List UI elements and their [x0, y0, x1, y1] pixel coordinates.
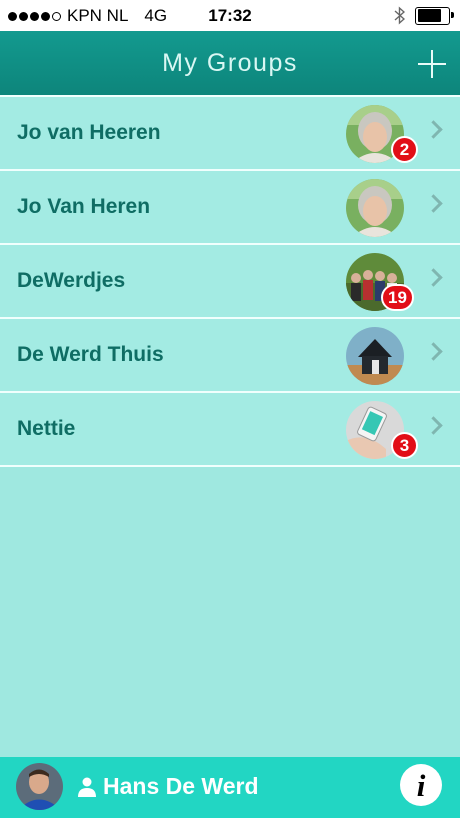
unread-badge: 2 [391, 136, 418, 163]
info-icon: i [416, 768, 426, 803]
status-right [394, 6, 454, 25]
group-avatar [346, 179, 404, 237]
chevron-right-icon [424, 194, 443, 213]
chevron-right-icon [424, 120, 443, 139]
chevron-right-icon [424, 268, 443, 287]
chevron-right-icon [424, 342, 443, 361]
group-name: De Werd Thuis [17, 343, 164, 366]
group-list: Jo van Heeren 2 Jo Van Heren DeWerdjes 1… [0, 95, 460, 467]
page-title: My Groups [162, 49, 298, 77]
chevron-right-icon [424, 416, 443, 435]
info-button[interactable]: i [400, 764, 442, 806]
user-name[interactable]: Hans De Werd [103, 773, 259, 800]
group-name: Jo Van Heren [17, 195, 151, 218]
group-name: Jo van Heeren [17, 121, 161, 144]
person-icon [78, 777, 96, 797]
group-name: DeWerdjes [17, 269, 126, 292]
battery-icon [415, 6, 454, 25]
group-row-dewerdjes[interactable]: DeWerdjes 19 [0, 243, 460, 317]
nav-bar: My Groups [0, 31, 460, 95]
group-row-jo-van-heeren[interactable]: Jo van Heeren 2 [0, 95, 460, 169]
bluetooth-icon [394, 6, 405, 25]
unread-badge: 3 [391, 432, 418, 459]
group-row-jo-van-heren[interactable]: Jo Van Heren [0, 169, 460, 243]
unread-badge: 19 [381, 284, 414, 311]
group-row-nettie[interactable]: Nettie 3 [0, 391, 460, 467]
group-row-de-werd-thuis[interactable]: De Werd Thuis [0, 317, 460, 391]
group-name: Nettie [17, 417, 76, 440]
add-group-button[interactable] [418, 50, 446, 78]
status-bar: KPN NL 4G 17:32 [0, 0, 460, 31]
group-avatar [346, 327, 404, 385]
avatar[interactable] [16, 763, 63, 810]
user-footer: Hans De Werd i [0, 757, 460, 818]
clock: 17:32 [208, 6, 252, 25]
